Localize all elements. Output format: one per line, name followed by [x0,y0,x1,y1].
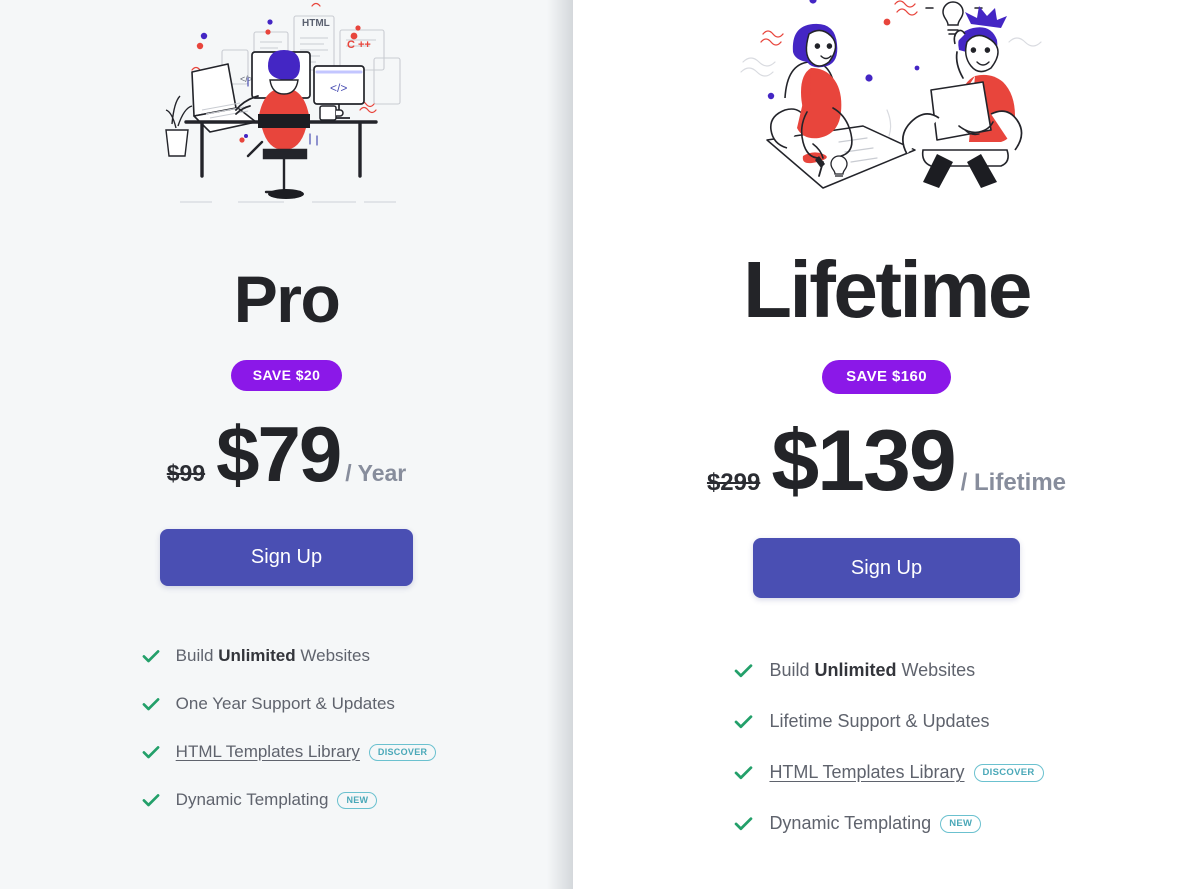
check-icon [735,715,753,729]
feature-list-lifetime: Build Unlimited Websites Lifetime Suppor… [733,660,1044,834]
pricing-plans-container: HTML C ++ C S S </> [0,0,1200,889]
new-badge: NEW [337,791,378,809]
list-item: Build Unlimited Websites [141,646,437,666]
price-row-lifetime: $299 $139 / Lifetime [707,418,1066,504]
check-icon [142,746,160,759]
list-item: Build Unlimited Websites [733,660,1043,681]
signup-button-pro[interactable]: Sign Up [160,529,413,586]
feature-label: Dynamic Templating [175,790,329,809]
original-price-pro: $99 [166,460,206,486]
current-price-pro: $79 [216,410,342,498]
billing-period-pro: / Year [345,460,407,486]
list-item: Dynamic Templating NEW [733,813,1043,834]
check-icon [142,698,160,711]
new-badge: NEW [940,814,982,833]
save-badge-lifetime: SAVE $160 [822,360,951,394]
check-icon [735,817,753,831]
svg-text:C ++: C ++ [347,39,371,51]
save-badge-pro: SAVE $20 [230,360,343,391]
check-icon [142,794,160,807]
svg-text:</>: </> [330,81,347,95]
plan-card-lifetime: Lifetime SAVE $160 $299 $139 / Lifetime … [573,0,1200,889]
feature-label: Build Unlimited Websites [769,660,976,680]
discover-badge[interactable]: DISCOVER [973,763,1044,782]
feature-label: Build Unlimited Websites [175,646,370,665]
list-item: One Year Support & Updates [141,694,437,714]
original-price-lifetime: $299 [706,469,761,496]
list-item: Dynamic Templating NEW [141,790,437,810]
billing-period-lifetime: / Lifetime [960,469,1067,496]
feature-label: Dynamic Templating [769,813,932,833]
plan-card-pro: HTML C ++ C S S </> [0,0,573,889]
svg-text:</>: </> [240,74,253,84]
feature-label: Lifetime Support & Updates [769,711,990,731]
developer-at-desk-illustration: HTML C ++ C S S </> [0,0,573,224]
plan-title-pro: Pro [233,262,341,336]
check-icon [735,766,753,780]
price-row-pro: $99 $79 / Year [167,415,407,493]
current-price-lifetime: $139 [771,413,956,509]
signup-button-lifetime[interactable]: Sign Up [753,538,1020,598]
two-people-brainstorming-illustration [573,0,1200,208]
feature-list-pro: Build Unlimited Websites One Year Suppor… [141,646,437,810]
discover-badge[interactable]: DISCOVER [368,743,437,761]
html-templates-library-link[interactable]: HTML Templates Library [176,742,360,762]
check-icon [735,664,753,678]
check-icon [142,650,160,663]
svg-text:HTML: HTML [302,18,330,29]
list-item: Lifetime Support & Updates [733,711,1043,732]
feature-label: One Year Support & Updates [175,694,395,713]
list-item: HTML Templates Library DISCOVER [733,762,1044,783]
list-item: HTML Templates Library DISCOVER [141,742,437,762]
plan-title-lifetime: Lifetime [743,245,1032,334]
html-templates-library-link[interactable]: HTML Templates Library [769,762,964,783]
